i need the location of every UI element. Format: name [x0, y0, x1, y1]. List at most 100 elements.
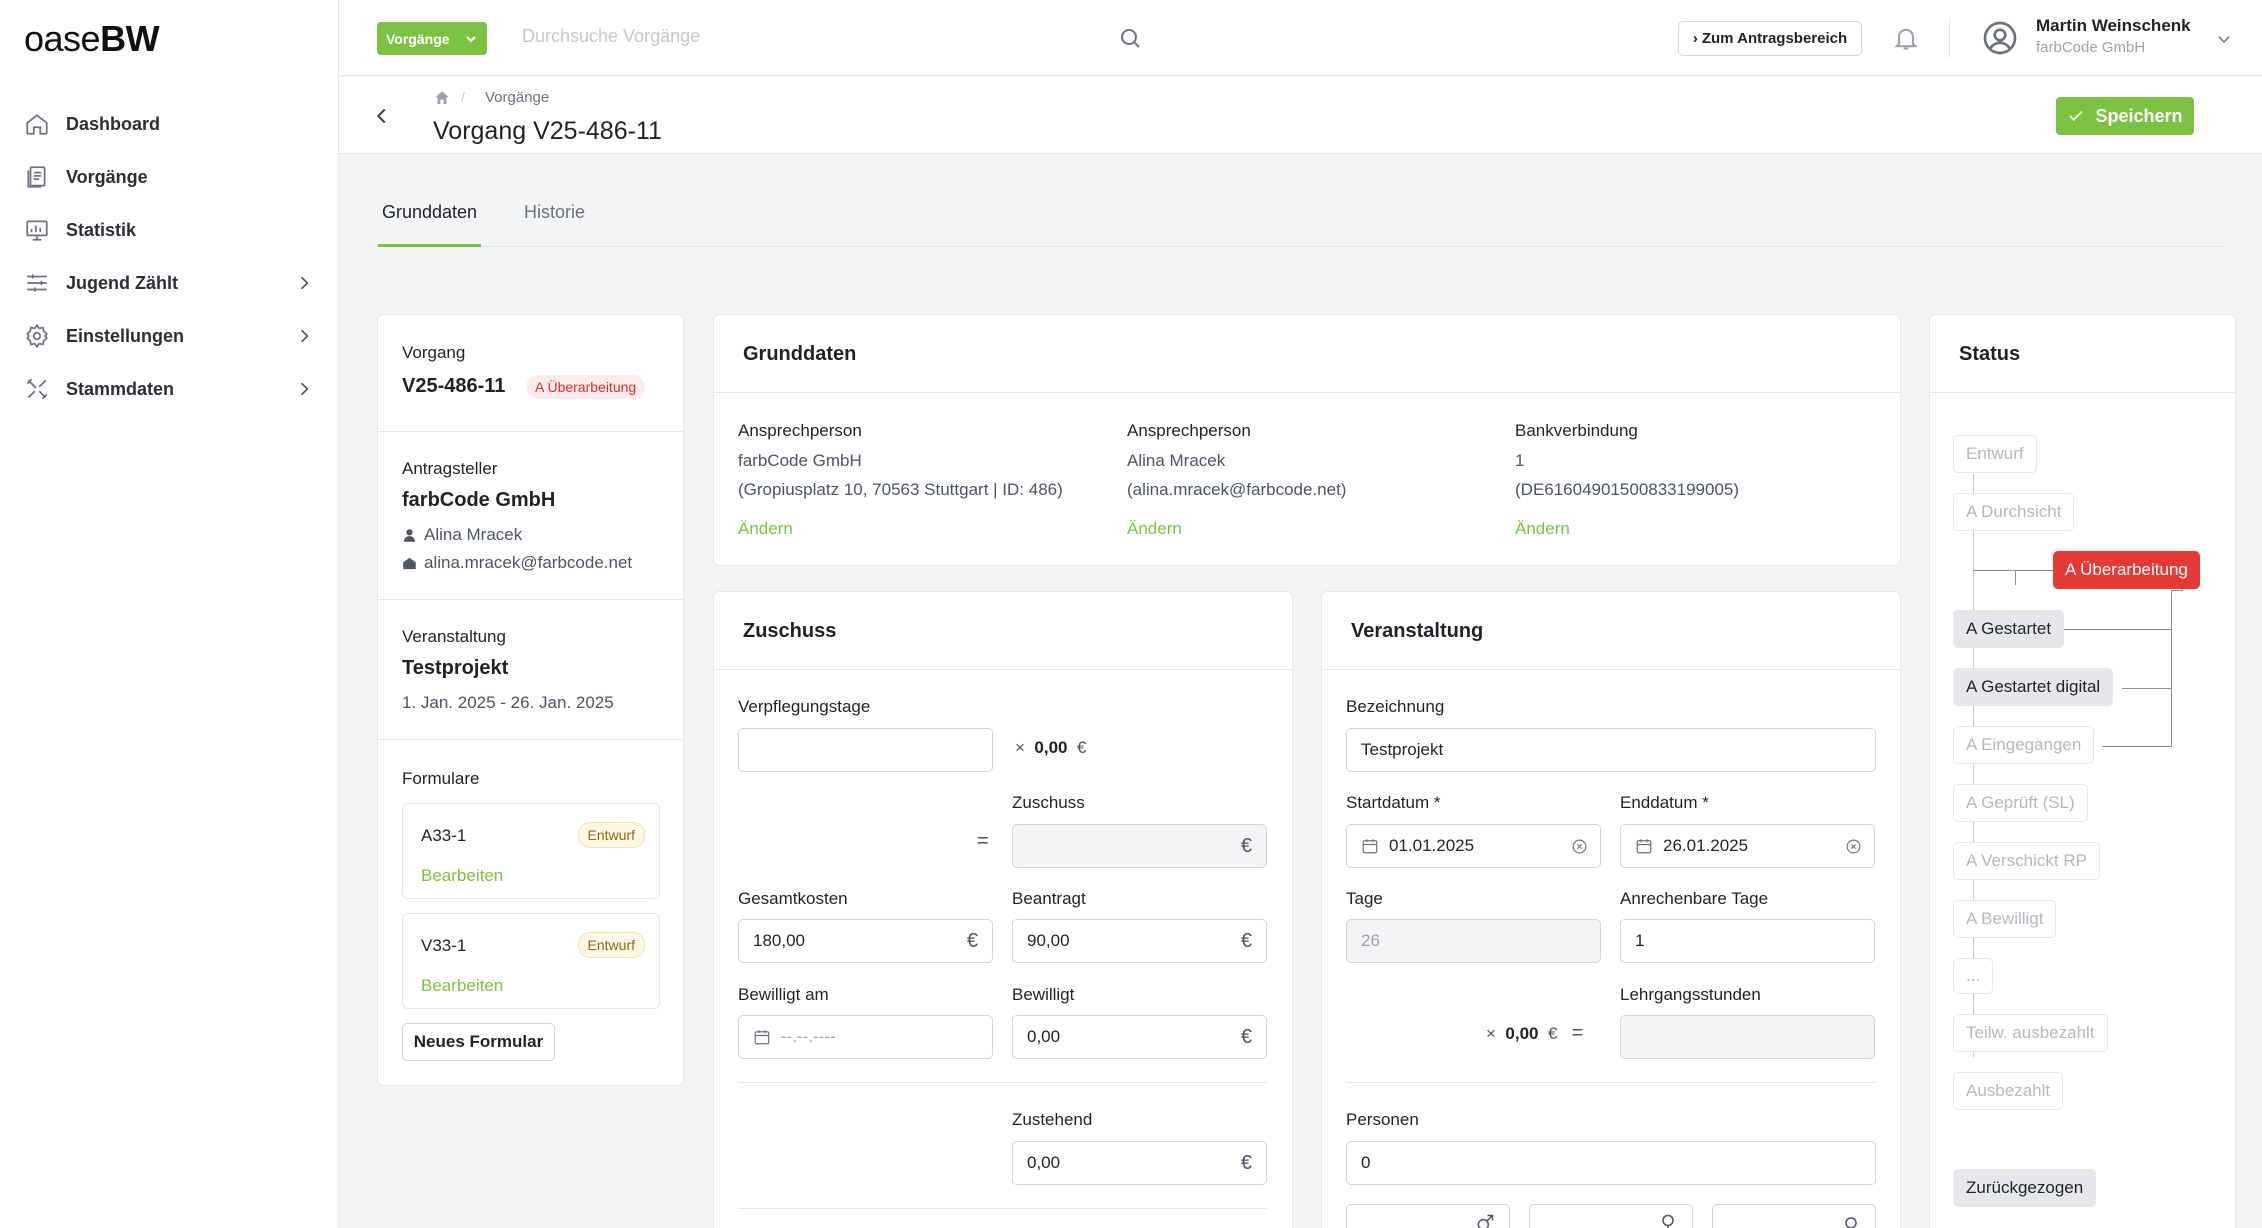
- change-org-link[interactable]: Ändern: [738, 519, 793, 539]
- back-arrow-icon[interactable]: [371, 105, 393, 127]
- status-step[interactable]: A Eingegangen: [1953, 726, 2095, 764]
- multiply-sign: ×: [1015, 738, 1025, 757]
- contact-email[interactable]: alina.mracek@farbcode.net: [424, 553, 632, 573]
- bewilligt-input[interactable]: 0,00 €: [1012, 1015, 1267, 1059]
- tab-bar: Grunddaten Historie: [378, 190, 2224, 247]
- clear-icon[interactable]: [1571, 838, 1588, 855]
- status-step[interactable]: A Geprüft (SL): [1953, 784, 2088, 822]
- anrechenbare-tage-input[interactable]: 1: [1620, 919, 1875, 963]
- entity-select[interactable]: Vorgänge: [377, 22, 487, 55]
- ansprechperson-label: Ansprechperson: [738, 421, 862, 440]
- male-count-input[interactable]: [1346, 1204, 1510, 1228]
- search-input[interactable]: Durchsuche Vorgänge: [522, 26, 700, 47]
- tools-icon: [26, 378, 48, 400]
- topbar: Vorgänge Durchsuche Vorgänge › Zum Antra…: [339, 0, 2262, 76]
- change-contact-link[interactable]: Ändern: [1127, 519, 1182, 539]
- breadcrumb[interactable]: Vorgänge: [485, 89, 549, 106]
- new-form-button[interactable]: Neues Formular: [402, 1023, 555, 1061]
- verpflegungstage-label: Verpflegungstage: [738, 697, 871, 716]
- entity-select-label: Vorgänge: [386, 30, 450, 47]
- status-step[interactable]: Teilw. ausbezahlt: [1953, 1014, 2108, 1052]
- ansprechperson-label: Ansprechperson: [1127, 421, 1251, 440]
- gesamtkosten-label: Gesamtkosten: [738, 889, 848, 908]
- status-tree-line: [2015, 570, 2016, 585]
- personen-label: Personen: [1346, 1110, 1419, 1129]
- status-step[interactable]: A Durchsicht: [1953, 493, 2075, 531]
- chevron-right-icon: [300, 382, 309, 396]
- status-step[interactable]: A Gestartet: [1953, 610, 2065, 648]
- logo-prefix: oase: [24, 18, 101, 59]
- status-step[interactable]: ...: [1953, 958, 1994, 994]
- verpflegung-multiplier: × 0,00 €: [1015, 738, 1086, 758]
- save-button[interactable]: Speichern: [2056, 97, 2194, 135]
- formulare-label: Formulare: [402, 769, 480, 788]
- sidebar-item-statistik[interactable]: Statistik: [24, 210, 314, 250]
- logo[interactable]: oaseBW: [24, 18, 160, 60]
- sidebar-item-label: Dashboard: [66, 113, 161, 134]
- sidebar-item-label: Einstellungen: [66, 325, 185, 346]
- active-tab-indicator: [378, 244, 481, 247]
- sidebar-item-vorgaenge[interactable]: Vorgänge: [24, 157, 314, 197]
- status-step-current[interactable]: A Überarbeitung: [2053, 551, 2200, 589]
- zuschuss-card: Zuschuss Verpflegungstage × 0,00 € Zusch…: [713, 591, 1293, 1228]
- divider: [378, 599, 683, 600]
- status-step[interactable]: A Verschickt RP: [1953, 842, 2100, 880]
- calendar-icon: [754, 1030, 770, 1045]
- bezeichnung-input[interactable]: Testprojekt: [1346, 728, 1876, 772]
- avatar-icon[interactable]: [1982, 20, 2018, 56]
- edit-form-link[interactable]: Bearbeiten: [421, 866, 503, 886]
- enddatum-label: Enddatum *: [1620, 793, 1709, 812]
- verpflegungstage-input[interactable]: [738, 728, 993, 772]
- form-item: A33-1 Entwurf Bearbeiten: [402, 803, 660, 899]
- sidebar-item-stammdaten[interactable]: Stammdaten: [24, 369, 314, 409]
- equals-sign: =: [1571, 1022, 1584, 1044]
- veranstaltung-dates: 1. Jan. 2025 - 26. Jan. 2025: [402, 693, 614, 712]
- card-title: Grunddaten: [743, 343, 857, 365]
- diverse-icon: [1845, 1217, 1857, 1228]
- divider: [378, 431, 683, 432]
- status-step[interactable]: Ausbezahlt: [1953, 1072, 2064, 1110]
- divider: [738, 1208, 1267, 1209]
- form-name: A33-1: [421, 826, 467, 845]
- bell-icon[interactable]: [1892, 24, 1920, 52]
- status-step[interactable]: A Bewilligt: [1953, 900, 2057, 938]
- change-bank-link[interactable]: Ändern: [1515, 519, 1570, 539]
- startdatum-input[interactable]: 01.01.2025: [1346, 824, 1601, 868]
- bewilligt-am-input[interactable]: --.--.----: [738, 1015, 993, 1059]
- antragsteller-name: farbCode GmbH: [402, 489, 556, 511]
- home-icon[interactable]: [433, 89, 451, 107]
- org-name: farbCode GmbH: [738, 451, 862, 470]
- status-step[interactable]: Zurückgezogen: [1953, 1169, 2097, 1207]
- status-step[interactable]: A Gestartet digital: [1953, 668, 2114, 706]
- female-count-input[interactable]: [1529, 1204, 1693, 1228]
- personen-input[interactable]: 0: [1346, 1141, 1876, 1185]
- page-title: Vorgang V25-486-11: [433, 117, 662, 145]
- beantragt-input[interactable]: 90,00 €: [1012, 919, 1267, 963]
- zustehend-value: 0,00: [1027, 1153, 1061, 1172]
- lehrgang-multiplier: × 0,00 € =: [1486, 1022, 1583, 1045]
- form-name: V33-1: [421, 936, 467, 955]
- divider: [1949, 18, 1950, 58]
- user-name[interactable]: Martin Weinschenk: [2036, 16, 2191, 36]
- tab-historie[interactable]: Historie: [524, 202, 585, 223]
- bankverbindung-label: Bankverbindung: [1515, 421, 1638, 440]
- contact-email: (alina.mracek@farbcode.net): [1127, 480, 1347, 499]
- chevron-down-icon[interactable]: [2215, 30, 2233, 48]
- search-icon[interactable]: [1118, 26, 1142, 50]
- sidebar-item-jugend-zaehlt[interactable]: Jugend Zählt: [24, 263, 314, 303]
- status-step[interactable]: Entwurf: [1953, 435, 2037, 473]
- sidebar-item-dashboard[interactable]: Dashboard: [24, 104, 314, 144]
- tab-grunddaten[interactable]: Grunddaten: [382, 202, 477, 223]
- clear-icon[interactable]: [1845, 838, 1862, 855]
- diverse-count-input[interactable]: [1712, 1204, 1876, 1228]
- gesamtkosten-input[interactable]: 180,00 €: [738, 919, 993, 963]
- sidebar-item-einstellungen[interactable]: Einstellungen: [24, 316, 314, 356]
- zustehend-input[interactable]: 0,00 €: [1012, 1141, 1267, 1185]
- enddatum-input[interactable]: 26.01.2025: [1620, 824, 1875, 868]
- edit-form-link[interactable]: Bearbeiten: [421, 976, 503, 996]
- antragsbereich-button[interactable]: › Zum Antragsbereich: [1678, 21, 1862, 56]
- calendar-icon: [1636, 839, 1652, 854]
- status-tree-line: [2171, 590, 2183, 591]
- startdatum-label: Startdatum *: [1346, 793, 1441, 812]
- form-item: V33-1 Entwurf Bearbeiten: [402, 913, 660, 1009]
